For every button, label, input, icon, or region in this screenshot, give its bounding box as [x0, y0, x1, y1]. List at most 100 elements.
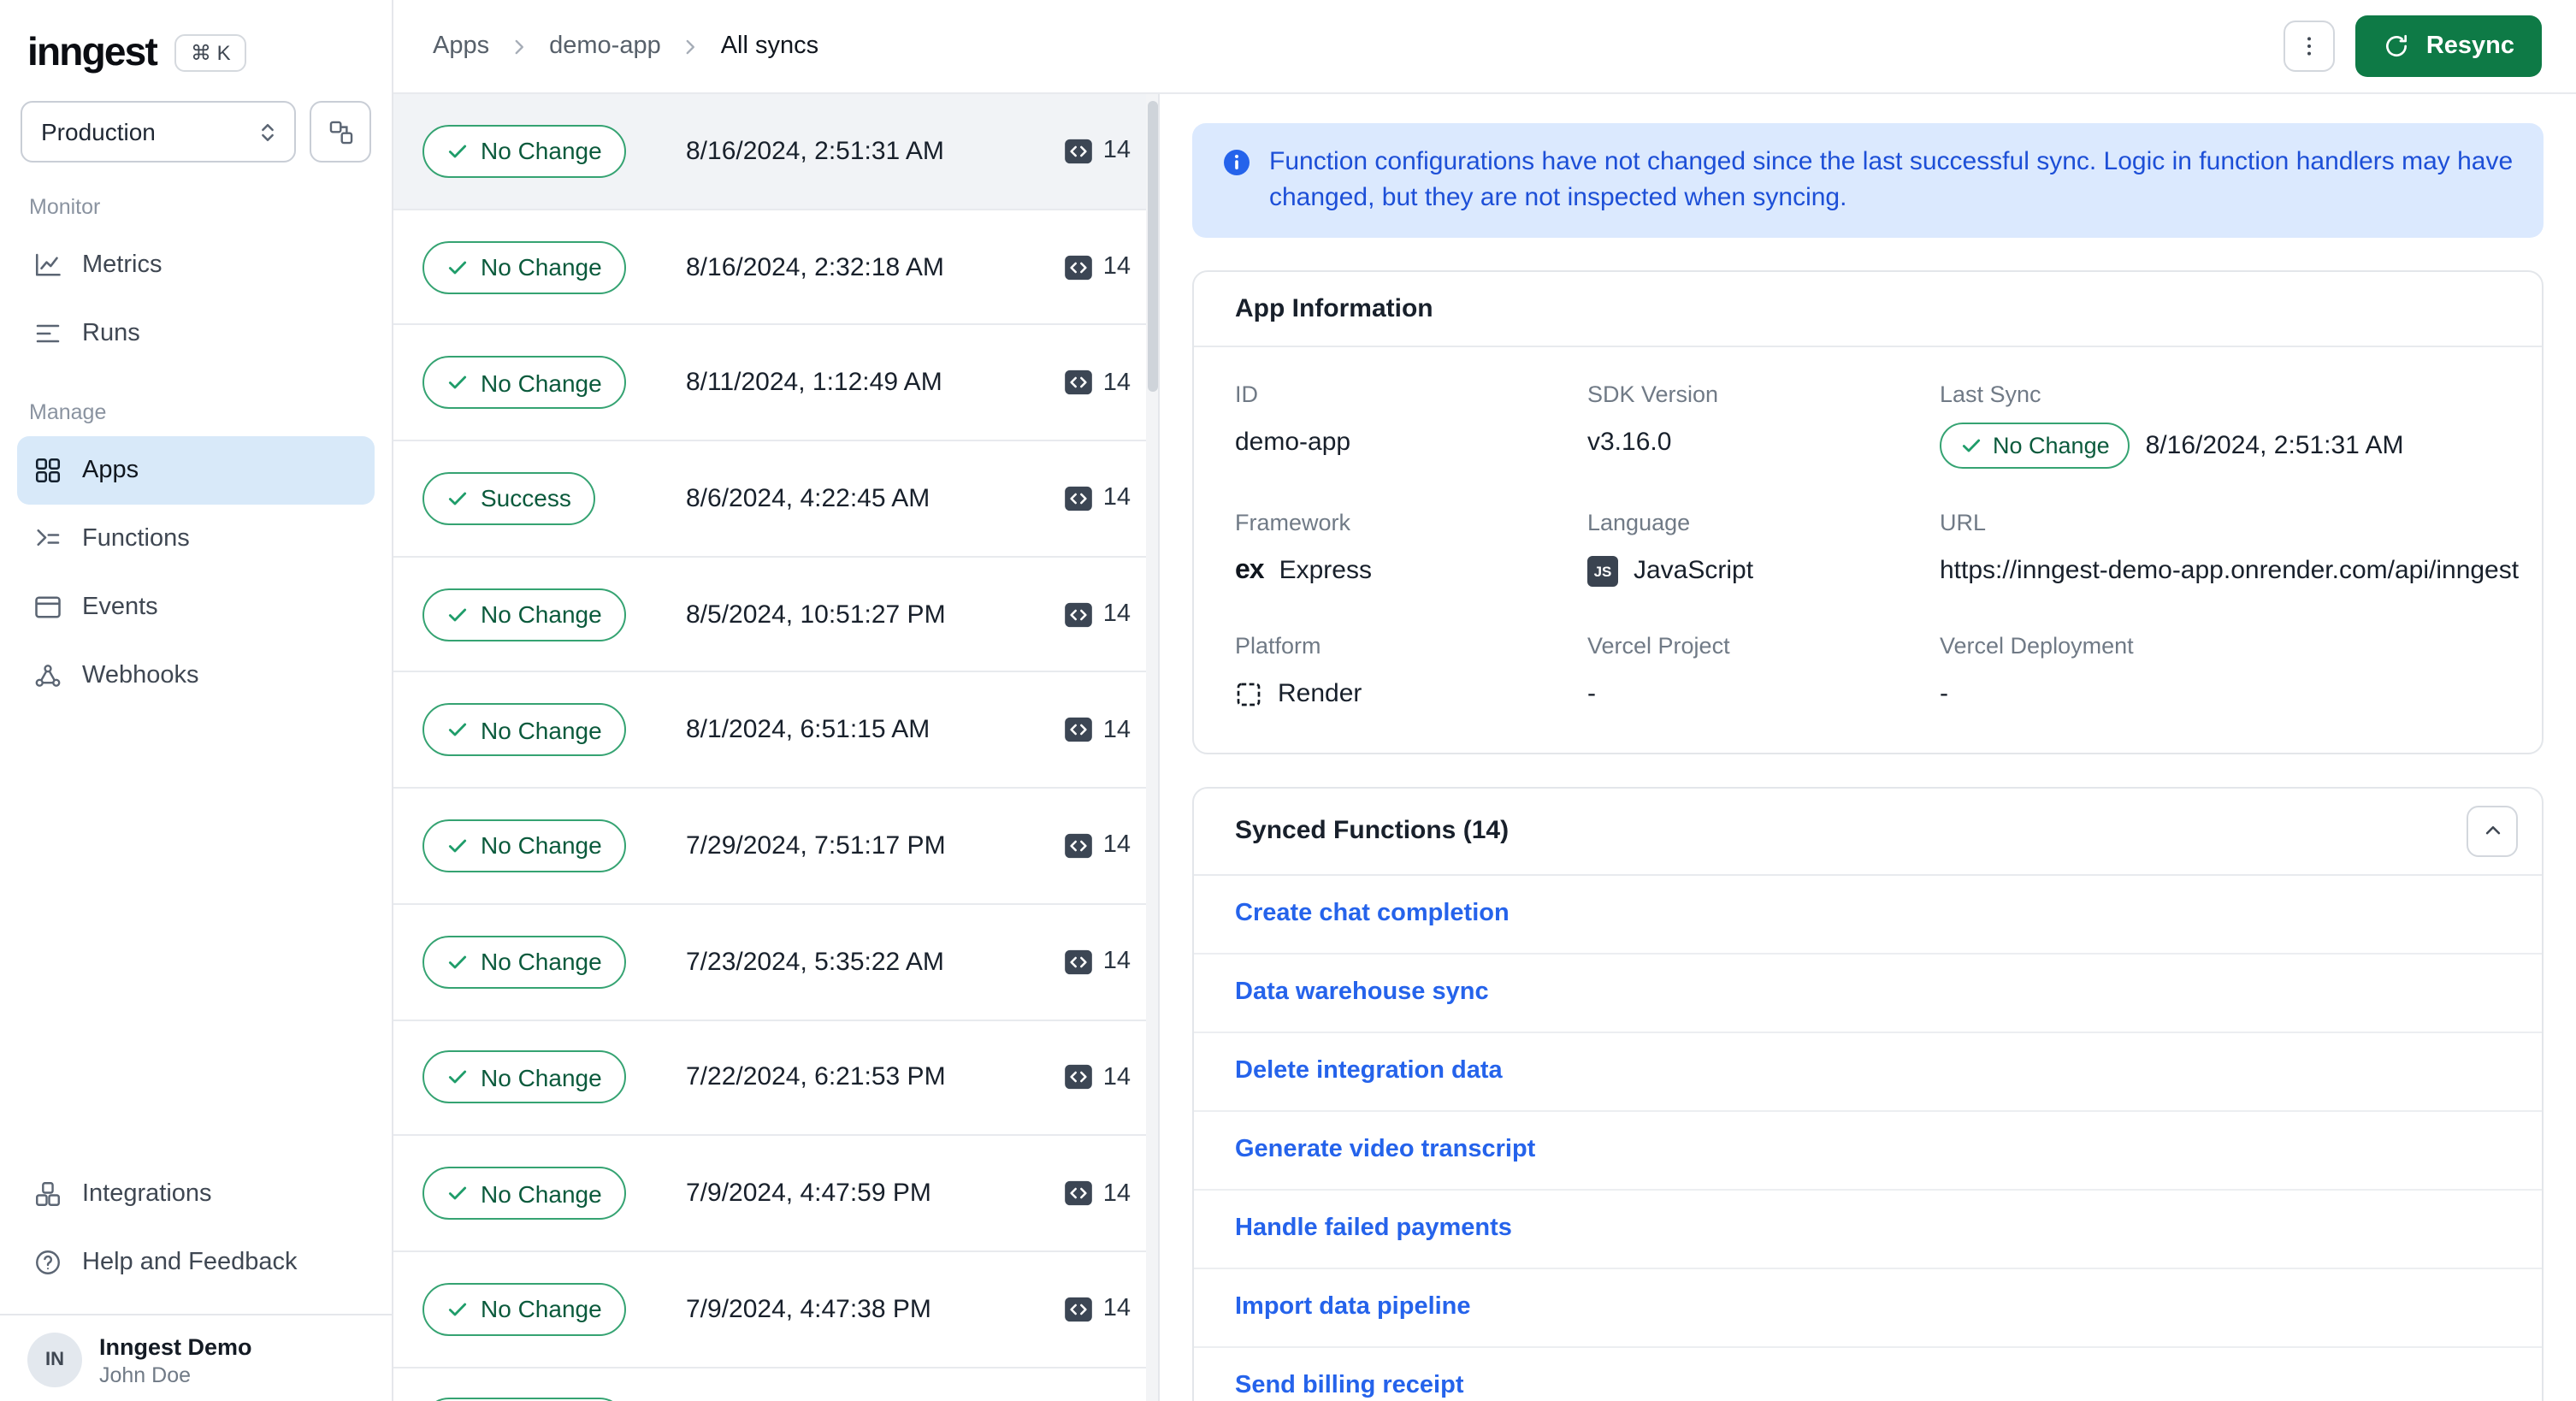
user-org-name: Inngest Demo	[99, 1333, 252, 1359]
synced-functions-header: Synced Functions (14)	[1194, 788, 2542, 876]
sync-status-text: No Change	[481, 948, 602, 976]
function-link[interactable]: Create chat completion	[1235, 899, 1510, 926]
collapse-functions-button[interactable]	[2467, 805, 2518, 857]
function-row: Send billing receipt	[1194, 1347, 2542, 1401]
sidebar-item-events[interactable]: Events	[17, 573, 375, 641]
sync-status-column: No Change	[422, 703, 659, 757]
sync-timestamp: 8/11/2024, 1:12:49 AM	[686, 368, 942, 398]
field-label: Vercel Deployment	[1940, 632, 2134, 659]
function-link[interactable]: Send billing receipt	[1235, 1371, 1464, 1398]
chevron-right-icon	[508, 35, 530, 57]
sidebar-item-label: Webhooks	[82, 662, 199, 689]
scrollbar-thumb[interactable]	[1147, 101, 1157, 392]
sync-status-badge: Success	[422, 471, 595, 525]
sync-function-count: 14	[1064, 1179, 1131, 1207]
sync-status-badge: No Change	[422, 1282, 626, 1336]
sync-row[interactable]: No Change 7/29/2024, 7:51:17 PM 14	[393, 789, 1158, 905]
sidebar-footer-nav: Integrations Help and Feedback	[0, 1160, 392, 1300]
field-value-text: v3.16.0	[1587, 428, 1672, 458]
sync-status-column: No Change	[422, 935, 659, 989]
environment-row: Production	[0, 101, 392, 163]
info-banner-text: Function configurations have not changed…	[1269, 147, 2514, 213]
sync-row[interactable]: No Change 7/22/2024, 6:21:53 PM 14	[393, 1020, 1158, 1137]
apps-icon	[32, 455, 63, 486]
sidebar-item-runs[interactable]: Runs	[17, 299, 375, 368]
chevron-right-icon	[680, 35, 702, 57]
breadcrumb-apps[interactable]: Apps	[433, 33, 489, 60]
sync-row[interactable]: No Change 8/1/2024, 6:51:15 AM 14	[393, 672, 1158, 789]
function-count-icon	[1064, 1296, 1093, 1321]
command-palette-shortcut[interactable]: ⌘ K	[174, 33, 246, 71]
function-row: Create chat completion	[1194, 875, 2542, 955]
field-language: Language JS JavaScript	[1587, 509, 1940, 591]
sync-detail-panel: Function configurations have not changed…	[1160, 94, 2576, 1401]
sync-row[interactable]: No Change 7/9/2024, 4:47:59 PM 14	[393, 1136, 1158, 1252]
check-icon	[446, 1182, 469, 1204]
function-link[interactable]: Delete integration data	[1235, 1056, 1503, 1084]
inngest-logo[interactable]: inngest	[27, 29, 158, 75]
sidebar-item-webhooks[interactable]: Webhooks	[17, 641, 375, 710]
field-label: Framework	[1235, 509, 1351, 535]
app-information-title: App Information	[1235, 293, 1433, 323]
sync-timestamp: 8/5/2024, 10:51:27 PM	[686, 600, 946, 630]
function-count-icon	[1064, 949, 1093, 974]
sync-row[interactable]: No Change7/9/2024, 4:09:07 PM14	[393, 1368, 1158, 1401]
functions-icon	[32, 523, 63, 554]
sidebar-item-label: Events	[82, 594, 158, 621]
javascript-icon: JS	[1587, 555, 1618, 587]
sync-function-count: 14	[1064, 1295, 1131, 1322]
field-value: demo-app	[1235, 422, 1587, 463]
field-value-text: Express	[1279, 556, 1372, 586]
sidebar-item-label: Integrations	[82, 1180, 212, 1208]
more-options-button[interactable]	[2284, 21, 2336, 72]
function-row: Delete integration data	[1194, 1032, 2542, 1112]
sidebar-item-integrations[interactable]: Integrations	[17, 1160, 375, 1228]
nav-section-label: Monitor	[29, 195, 101, 219]
sync-row[interactable]: No Change 7/9/2024, 4:47:38 PM 14	[393, 1251, 1158, 1368]
sidebar-item-help-and-feedback[interactable]: Help and Feedback	[17, 1228, 375, 1297]
sync-row[interactable]: Success 8/6/2024, 4:22:45 AM 14	[393, 441, 1158, 558]
sync-status-column: No Change	[422, 1050, 659, 1104]
sync-status-badge: No Change	[422, 124, 626, 178]
function-link[interactable]: Data warehouse sync	[1235, 978, 1489, 1005]
sidebar-item-functions[interactable]: Functions	[17, 505, 375, 573]
field-vercel-project: Vercel Project -	[1587, 632, 1940, 714]
field-value: v3.16.0	[1587, 422, 1940, 463]
resync-label: Resync	[2425, 33, 2514, 60]
sync-row[interactable]: No Change 7/23/2024, 5:35:22 AM 14	[393, 904, 1158, 1020]
breadcrumb-app-name[interactable]: demo-app	[549, 33, 661, 60]
function-row: Data warehouse sync	[1194, 954, 2542, 1033]
app-info-grid: ID demo-app SDK Version v3.16.0 Last Sync No …	[1194, 346, 2542, 752]
sync-status-text: No Change	[481, 1295, 602, 1323]
user-menu[interactable]: IN Inngest Demo John Doe	[0, 1314, 392, 1401]
function-row: Generate video transcript	[1194, 1111, 2542, 1191]
field-last-sync: Last Sync No Change 8/16/2024, 2:51:31 AM	[1940, 381, 2519, 469]
environment-selector[interactable]: Production	[21, 101, 296, 163]
sync-row[interactable]: No Change 8/11/2024, 1:12:49 AM 14	[393, 325, 1158, 442]
user-name: John Doe	[99, 1363, 192, 1386]
sync-count-value: 14	[1102, 253, 1131, 281]
sync-row[interactable]: No Change 8/16/2024, 2:51:31 AM 14	[393, 94, 1158, 210]
sync-status-column: No Change	[422, 1282, 659, 1336]
sync-function-count: 14	[1064, 1064, 1131, 1091]
function-link[interactable]: Import data pipeline	[1235, 1292, 1471, 1320]
sidebar-item-apps[interactable]: Apps	[17, 436, 375, 505]
field-value-text: JavaScript	[1634, 556, 1754, 586]
sync-row[interactable]: No Change 8/16/2024, 2:32:18 AM 14	[393, 210, 1158, 326]
sync-timestamp: 7/29/2024, 7:51:17 PM	[686, 831, 946, 860]
sync-list-scrollbar[interactable]	[1146, 94, 1158, 1401]
sidebar-item-metrics[interactable]: Metrics	[17, 231, 375, 299]
environment-manage-button[interactable]	[310, 101, 371, 163]
function-count-icon	[1064, 1180, 1093, 1206]
function-link[interactable]: Handle failed payments	[1235, 1214, 1512, 1241]
sync-timestamp: 7/9/2024, 4:47:59 PM	[686, 1179, 931, 1209]
field-value: JS JavaScript	[1587, 550, 1940, 591]
sync-row[interactable]: No Change 8/5/2024, 10:51:27 PM 14	[393, 557, 1158, 673]
sync-count-value: 14	[1102, 137, 1131, 165]
resync-button[interactable]: Resync	[2355, 15, 2542, 77]
function-count-icon	[1064, 254, 1093, 280]
synced-functions-title: Synced Functions (14)	[1235, 816, 1510, 846]
integrations-icon	[32, 1179, 63, 1209]
sync-timestamp: 7/22/2024, 6:21:53 PM	[686, 1062, 946, 1092]
function-link[interactable]: Generate video transcript	[1235, 1135, 1535, 1162]
